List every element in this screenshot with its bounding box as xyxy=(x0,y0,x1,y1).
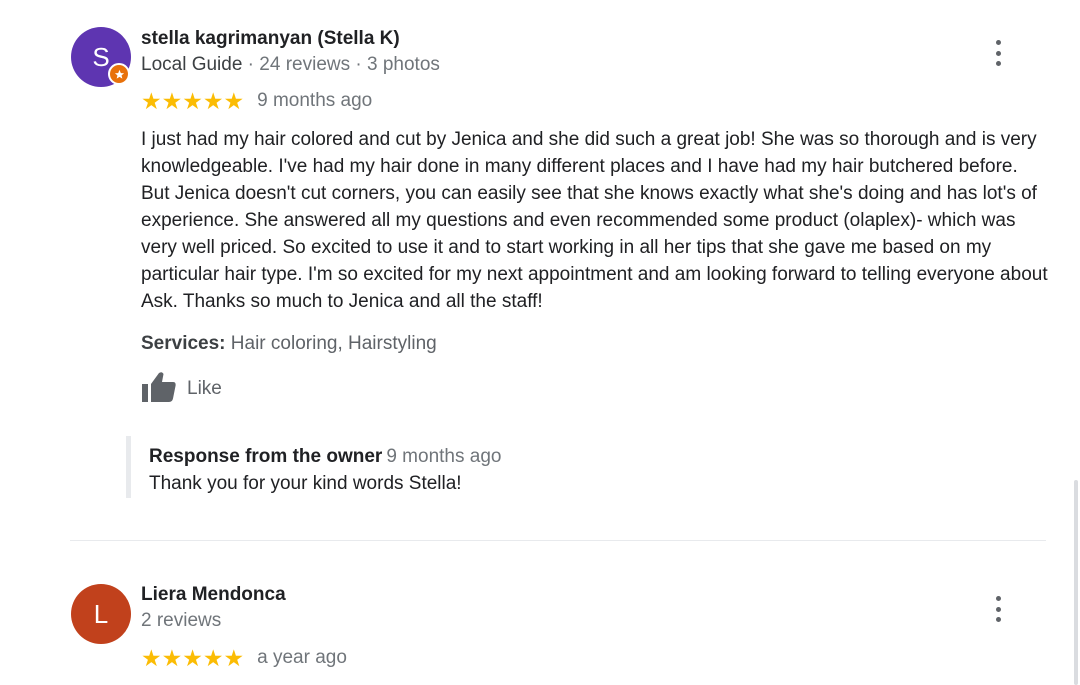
local-guide-label: Local Guide xyxy=(141,54,243,75)
owner-response-header: Response from the owner 9 months ago xyxy=(149,436,1029,470)
services-line: Services: Hair coloring, Hairstyling xyxy=(141,333,437,355)
star-rating: ★★★★★ xyxy=(141,88,245,114)
owner-response-time: 9 months ago xyxy=(386,446,502,467)
rating-row: ★★★★★ 9 months ago xyxy=(141,89,372,113)
more-options-icon[interactable] xyxy=(988,596,1008,622)
meta-separator: · xyxy=(350,54,368,75)
owner-response-text: Thank you for your kind words Stella! xyxy=(149,473,462,494)
owner-response: Response from the owner 9 months ago Than… xyxy=(126,436,1029,498)
thumb-up-icon xyxy=(141,371,177,408)
avatar[interactable]: S xyxy=(71,27,131,87)
like-label: Like xyxy=(187,378,222,399)
avatar[interactable]: L xyxy=(71,584,131,644)
local-guide-badge-icon xyxy=(108,63,130,85)
review-time: 9 months ago xyxy=(257,90,373,111)
star-rating: ★★★★★ xyxy=(141,645,245,671)
services-values: Hair coloring, Hairstyling xyxy=(230,333,437,354)
reviewer-name[interactable]: stella kagrimanyan (Stella K) xyxy=(141,28,400,50)
services-label: Services: xyxy=(141,333,226,354)
review-time: a year ago xyxy=(257,647,347,668)
avatar-letter: L xyxy=(93,599,109,629)
scrollbar[interactable] xyxy=(1074,480,1078,685)
reviews-count: 2 reviews xyxy=(141,610,222,631)
like-button[interactable]: Like xyxy=(141,371,222,408)
rating-row: ★★★★★ a year ago xyxy=(141,646,347,670)
meta-separator: · xyxy=(242,54,260,75)
review-text: I just had my hair colored and cut by Je… xyxy=(141,129,1048,312)
reviewer-name[interactable]: Liera Mendonca xyxy=(141,584,286,606)
photos-count: 3 photos xyxy=(367,54,440,75)
more-options-icon[interactable] xyxy=(988,40,1008,66)
avatar-letter: S xyxy=(92,42,110,72)
owner-response-label: Response from the owner xyxy=(149,446,383,467)
reviews-count: 24 reviews xyxy=(259,54,351,75)
review-divider xyxy=(70,540,1046,541)
reviewer-meta[interactable]: 2 reviews xyxy=(141,610,221,632)
reviewer-meta[interactable]: Local Guide · 24 reviews · 3 photos xyxy=(141,54,440,76)
